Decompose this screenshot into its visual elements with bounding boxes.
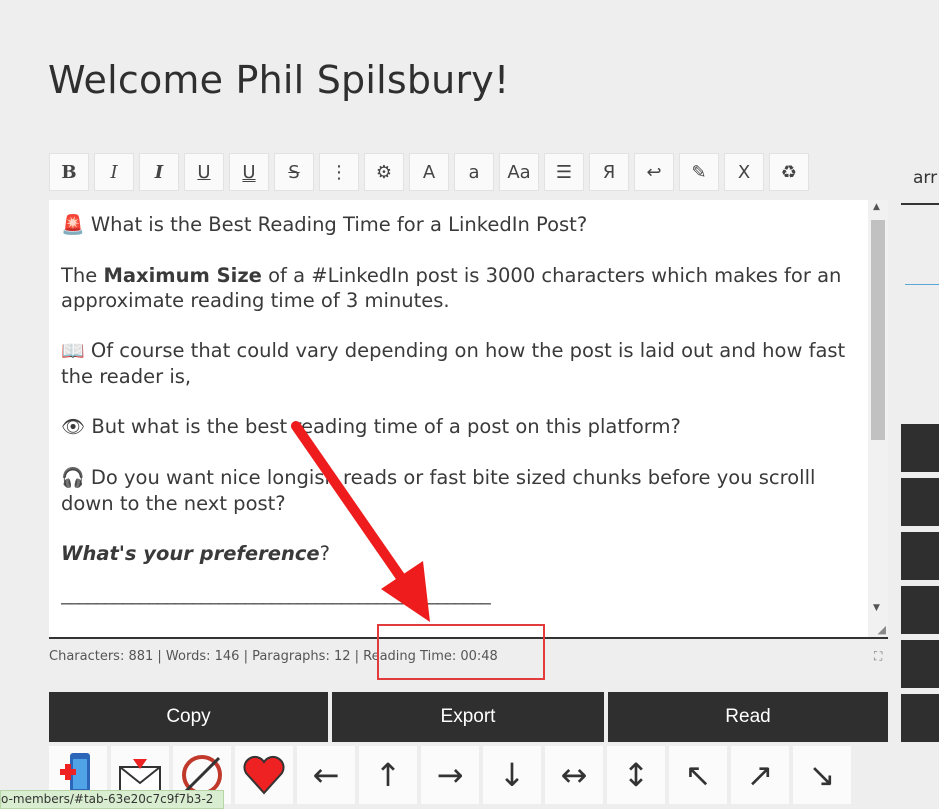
paragraph-title: 🚨 What is the Best Reading Time for a Li… xyxy=(61,213,588,236)
strikethrough-button[interactable]: S xyxy=(274,153,314,191)
fullscreen-icon[interactable]: ⛶ xyxy=(874,649,882,664)
paragraph-reads: 🎧 Do you want nice longish reads or fast… xyxy=(61,466,816,515)
bold-button[interactable]: B xyxy=(49,153,89,191)
clear-button[interactable]: X xyxy=(724,153,764,191)
paragraph-max-size: The Maximum Size of a #LinkedIn post is … xyxy=(61,264,842,312)
side-button[interactable] xyxy=(901,586,939,634)
double-underline-button[interactable]: U xyxy=(229,153,269,191)
arrow-left-right-icon[interactable]: ↔ xyxy=(545,746,603,804)
reading-time-highlight xyxy=(377,624,545,680)
underline-button[interactable]: U xyxy=(184,153,224,191)
arrow-up-icon[interactable]: ↑ xyxy=(359,746,417,804)
paragraph-preference: What's your preference? xyxy=(61,542,331,565)
arrow-down-right-icon[interactable]: ↘ xyxy=(793,746,851,804)
page-title: Welcome Phil Spilsbury! xyxy=(48,58,510,102)
paragraph-vary: 📖 Of course that could vary depending on… xyxy=(61,339,846,388)
bold-italic-button[interactable]: I xyxy=(139,153,179,191)
arrow-up-left-icon[interactable]: ↖ xyxy=(669,746,727,804)
arrow-down-icon[interactable]: ↓ xyxy=(483,746,541,804)
export-button[interactable]: Export xyxy=(332,692,604,742)
gear-icon[interactable]: ⚙ xyxy=(364,153,404,191)
italic-serif-button[interactable]: I xyxy=(94,153,134,191)
side-button[interactable] xyxy=(901,478,939,526)
eye-icon: 👁 xyxy=(61,416,86,438)
arrow-up-right-icon[interactable]: ↗ xyxy=(731,746,789,804)
copy-button[interactable]: Copy xyxy=(49,692,328,742)
undo-icon[interactable]: ↩ xyxy=(634,153,674,191)
arrow-up-down-icon[interactable]: ↕ xyxy=(607,746,665,804)
arrow-left-icon[interactable]: ← xyxy=(297,746,355,804)
resize-grip-icon[interactable]: ◢ xyxy=(878,623,886,636)
more-icon[interactable]: ⋮ xyxy=(319,153,359,191)
book-icon: 📖 xyxy=(61,340,85,362)
reverse-text-button[interactable]: Я xyxy=(589,153,629,191)
editor-scrollbar[interactable]: ▲ ▼ ◢ xyxy=(868,200,888,637)
siren-icon: 🚨 xyxy=(61,214,85,236)
list-icon[interactable]: ☰ xyxy=(544,153,584,191)
side-button[interactable] xyxy=(901,640,939,688)
lowercase-button[interactable]: a xyxy=(454,153,494,191)
uppercase-button[interactable]: A xyxy=(409,153,449,191)
side-button[interactable] xyxy=(901,532,939,580)
recycle-icon[interactable]: ♻ xyxy=(769,153,809,191)
action-buttons: Copy Export Read xyxy=(49,692,888,742)
side-link-line[interactable] xyxy=(905,284,939,285)
scroll-thumb[interactable] xyxy=(871,220,885,440)
scroll-down-arrow-icon[interactable]: ▼ xyxy=(873,603,880,613)
titlecase-button[interactable]: Aa xyxy=(499,153,539,191)
side-button[interactable] xyxy=(901,424,939,472)
arrow-right-icon[interactable]: → xyxy=(421,746,479,804)
side-button[interactable] xyxy=(901,694,939,742)
heart-icon[interactable] xyxy=(235,746,293,804)
editor-content[interactable]: 🚨 What is the Best Reading Time for a Li… xyxy=(61,212,851,606)
headphones-icon: 🎧 xyxy=(61,467,85,489)
pencil-icon[interactable]: ✎ xyxy=(679,153,719,191)
side-button-column xyxy=(901,424,939,748)
side-tab-underline xyxy=(901,203,939,205)
status-bar-url: o-members/#tab-63e20c7c9f7b3-2 xyxy=(0,790,225,809)
post-editor[interactable]: 🚨 What is the Best Reading Time for a Li… xyxy=(49,200,888,639)
paragraph-question: 👁 But what is the best reading time of a… xyxy=(61,415,681,438)
format-toolbar: B I I U U S ⋮ ⚙ A a Aa ☰ Я ↩ ✎ X ♻ xyxy=(49,153,809,191)
separator-line: ________________________________________… xyxy=(61,582,491,605)
side-tab-label[interactable]: arr xyxy=(913,168,937,188)
scroll-up-arrow-icon[interactable]: ▲ xyxy=(873,202,880,212)
read-button[interactable]: Read xyxy=(608,692,888,742)
